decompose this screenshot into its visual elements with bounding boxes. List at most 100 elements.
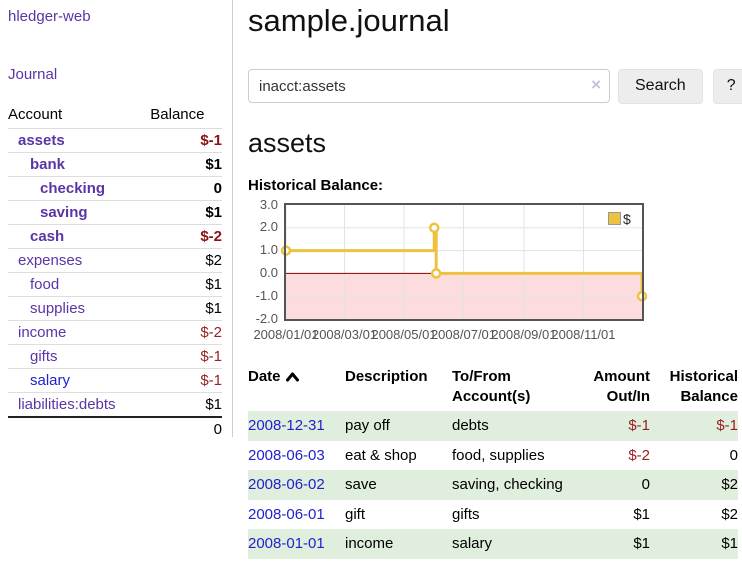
accounts-header-balance: Balance (150, 104, 222, 129)
app-brand-link[interactable]: hledger-web (8, 8, 91, 25)
account-balance: $-1 (150, 345, 222, 369)
search-input[interactable] (248, 69, 610, 103)
register-header-balance: Historical Balance (650, 365, 738, 412)
table-row: 2008-06-02 save saving, checking 0 $2 (248, 470, 738, 500)
account-balance: $2 (150, 249, 222, 273)
account-link-assets[interactable]: assets (18, 132, 65, 149)
y-axis-tick-label: 3.0 (248, 197, 278, 212)
transaction-balance: $2 (650, 500, 738, 530)
register-header-amount: Amount Out/In (582, 365, 650, 412)
chart-title: Historical Balance: (248, 177, 742, 194)
account-balance: $-2 (150, 321, 222, 345)
transaction-amount: 0 (582, 470, 650, 500)
transaction-description: eat & shop (345, 441, 452, 471)
transaction-balance: $1 (650, 529, 738, 559)
transaction-amount: $-2 (582, 441, 650, 471)
accounts-balance-table: Account Balance assets $-1 bank $1 checkin… (8, 104, 222, 444)
transaction-accounts: salary (452, 529, 582, 559)
account-balance: $1 (150, 393, 222, 418)
account-link-saving[interactable]: saving (40, 204, 88, 221)
transaction-date-link[interactable]: 2008-06-03 (248, 447, 325, 464)
account-link-salary[interactable]: salary (30, 372, 70, 389)
register-header-date[interactable]: Date (248, 365, 345, 412)
accounts-header-account: Account (8, 104, 150, 129)
transaction-date-link[interactable]: 2008-12-31 (248, 417, 325, 434)
transaction-accounts: gifts (452, 500, 582, 530)
transaction-description: income (345, 529, 452, 559)
page-title: sample.journal (248, 3, 742, 39)
account-link-income[interactable]: income (18, 324, 66, 341)
transaction-amount: $1 (582, 500, 650, 530)
transaction-date-link[interactable]: 2008-06-02 (248, 476, 325, 493)
table-row: food $1 (8, 273, 222, 297)
account-heading: assets (248, 128, 742, 159)
account-balance: $1 (150, 273, 222, 297)
account-balance: $1 (150, 153, 222, 177)
account-balance: 0 (150, 177, 222, 201)
transaction-date-link[interactable]: 2008-01-01 (248, 535, 325, 552)
transaction-accounts: saving, checking (452, 470, 582, 500)
register-header-description: Description (345, 365, 452, 412)
table-row: 2008-01-01 income salary $1 $1 (248, 529, 738, 559)
sort-asc-icon (285, 371, 300, 382)
table-row: supplies $1 (8, 297, 222, 321)
search-button[interactable]: Search (618, 69, 703, 104)
transaction-date-link[interactable]: 2008-06-01 (248, 506, 325, 523)
clear-search-icon[interactable]: × (591, 75, 601, 95)
chart-legend: $ (608, 211, 631, 227)
y-axis-tick-label: 1.0 (248, 242, 278, 257)
transaction-balance: 0 (650, 441, 738, 471)
table-row: cash $-2 (8, 225, 222, 249)
help-button[interactable]: ? (713, 69, 742, 104)
y-axis-tick-label: 0.0 (248, 265, 278, 280)
y-axis-tick-label: -2.0 (248, 311, 278, 326)
x-axis-tick-label: 2008/11/01 (543, 327, 623, 342)
account-balance: $1 (150, 201, 222, 225)
table-row: 2008-06-03 eat & shop food, supplies $-2… (248, 441, 738, 471)
account-balance: $-1 (150, 129, 222, 153)
table-row: salary $-1 (8, 369, 222, 393)
sidebar: hledger-web Journal Account Balance asse… (0, 0, 233, 437)
transaction-amount: $-1 (582, 411, 650, 441)
account-link-cash[interactable]: cash (30, 228, 64, 245)
y-axis-tick-label: 2.0 (248, 219, 278, 234)
transaction-description: save (345, 470, 452, 500)
account-link-gifts[interactable]: gifts (30, 348, 58, 365)
table-row: saving $1 (8, 201, 222, 225)
table-row: liabilities:debts $1 (8, 393, 222, 418)
table-row: income $-2 (8, 321, 222, 345)
table-row: gifts $-1 (8, 345, 222, 369)
table-row: assets $-1 (8, 129, 222, 153)
table-row: expenses $2 (8, 249, 222, 273)
transaction-balance: $2 (650, 470, 738, 500)
account-link-supplies[interactable]: supplies (30, 300, 85, 317)
register-header-account: To/From Account(s) (452, 365, 582, 412)
historical-balance-chart: 3.02.01.00.0-1.0-2.02008/01/012008/03/01… (248, 203, 688, 343)
legend-swatch (608, 212, 621, 225)
table-row: bank $1 (8, 153, 222, 177)
transaction-description: pay off (345, 411, 452, 441)
account-balance: $1 (150, 297, 222, 321)
table-row: 2008-06-01 gift gifts $1 $2 (248, 500, 738, 530)
transaction-amount: $1 (582, 529, 650, 559)
account-link-liabilities-debts[interactable]: liabilities:debts (18, 396, 116, 413)
main-content: sample.journal × Search ? assets Histori… (248, 0, 742, 559)
account-balance: $-2 (150, 225, 222, 249)
sidebar-item-journal[interactable]: Journal (8, 66, 222, 83)
account-link-expenses[interactable]: expenses (18, 252, 82, 269)
accounts-total-balance: 0 (150, 417, 222, 444)
legend-series-label: $ (623, 211, 631, 227)
account-link-food[interactable]: food (30, 276, 59, 293)
transaction-accounts: debts (452, 411, 582, 441)
accounts-total-row: 0 (8, 417, 222, 444)
account-link-bank[interactable]: bank (30, 156, 65, 173)
search-form: × Search ? (248, 69, 742, 104)
table-row: checking 0 (8, 177, 222, 201)
table-row: 2008-12-31 pay off debts $-1 $-1 (248, 411, 738, 441)
account-link-checking[interactable]: checking (40, 180, 105, 197)
y-axis-tick-label: -1.0 (248, 288, 278, 303)
account-balance: $-1 (150, 369, 222, 393)
transaction-balance: $-1 (650, 411, 738, 441)
transaction-accounts: food, supplies (452, 441, 582, 471)
register-table: Date Description To/From Account(s) Amou… (248, 365, 738, 559)
